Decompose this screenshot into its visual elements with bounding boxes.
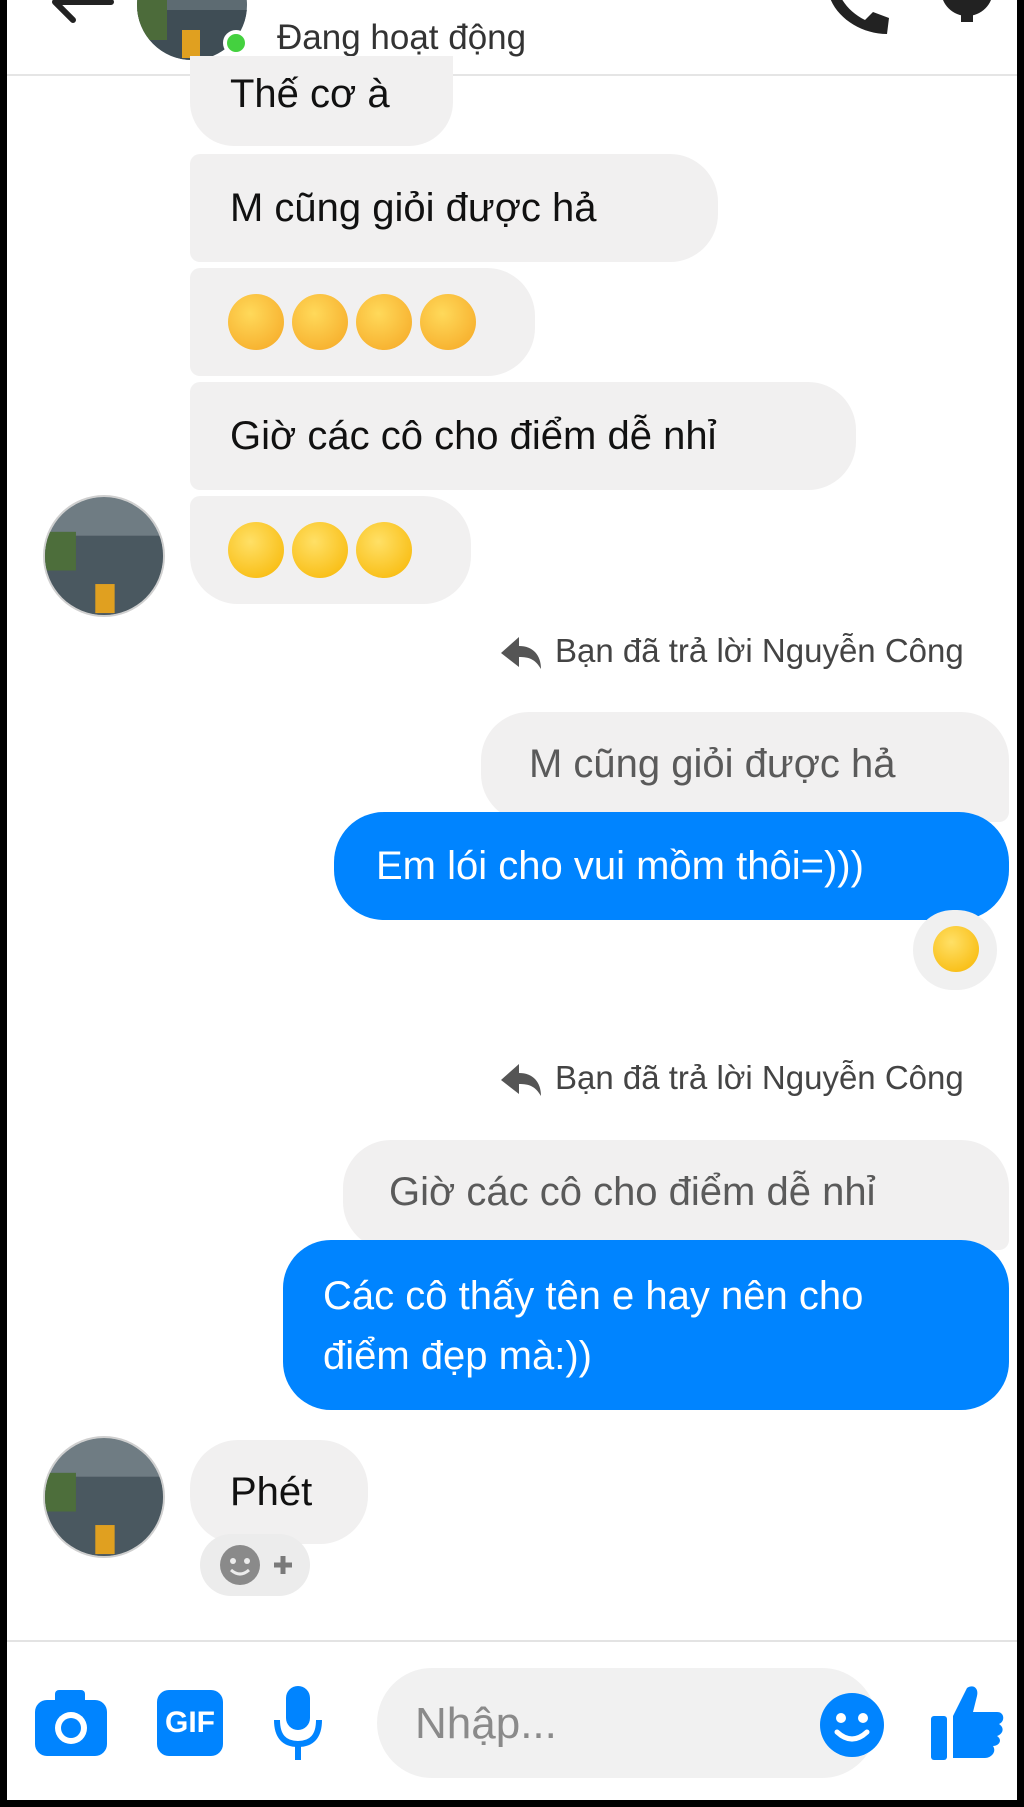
- reply-note: Bạn đã trả lời Nguyễn Công: [555, 632, 964, 669]
- quoted-text: M cũng giỏi được hả: [529, 742, 896, 786]
- add-reaction-button[interactable]: [200, 1534, 310, 1596]
- microphone-icon[interactable]: [273, 1684, 323, 1764]
- message-text: Giờ các cô cho điểm dễ nhỉ: [230, 414, 717, 458]
- message-text-line: Các cô thấy tên e hay nên cho: [323, 1274, 864, 1318]
- incoming-message[interactable]: Phét: [190, 1440, 368, 1544]
- quoted-message[interactable]: Giờ các cô cho điểm dễ nhỉ: [343, 1140, 1009, 1250]
- quoted-message[interactable]: M cũng giỏi được hả: [481, 712, 1009, 822]
- message-input[interactable]: [413, 1668, 767, 1780]
- thinking-face-icon: [356, 294, 412, 350]
- gear-icon[interactable]: [927, 0, 1007, 40]
- quoted-text: Giờ các cô cho điểm dễ nhỉ: [389, 1170, 876, 1214]
- message-composer: GIF: [7, 1640, 1017, 1800]
- sender-avatar[interactable]: [43, 495, 165, 617]
- message-text: M cũng giỏi được hả: [230, 186, 597, 230]
- reply-arrow-icon: [501, 1064, 541, 1096]
- thinking-face-icon: [292, 294, 348, 350]
- outgoing-message[interactable]: Các cô thấy tên e hay nên cho điểm đẹp m…: [283, 1240, 1009, 1410]
- thumbs-up-icon[interactable]: [929, 1682, 1005, 1762]
- incoming-message[interactable]: Giờ các cô cho điểm dễ nhỉ: [190, 382, 856, 490]
- outgoing-message[interactable]: Em lói cho vui mồm thôi=))): [334, 812, 1009, 920]
- online-status-dot: [223, 30, 249, 56]
- active-status-text: Đang hoạt động: [277, 18, 527, 57]
- reply-arrow-icon: [501, 637, 541, 669]
- message-text: Phét: [230, 1470, 313, 1514]
- incoming-emoji-message[interactable]: [190, 496, 471, 604]
- message-text: Em lói cho vui mồm thôi=))): [376, 844, 864, 888]
- incoming-message[interactable]: Thế cơ à: [190, 56, 453, 146]
- sender-avatar[interactable]: [43, 1436, 165, 1558]
- tears-of-joy-icon: [292, 522, 348, 578]
- incoming-message[interactable]: M cũng giỏi được hả: [190, 154, 718, 262]
- chat-screen: Đang hoạt động Thế cơ à M cũng giỏi được…: [7, 0, 1017, 1800]
- laughing-face-icon: [933, 926, 979, 972]
- smiley-plus-icon: [220, 1545, 292, 1585]
- incoming-emoji-message[interactable]: [190, 268, 535, 376]
- message-reaction[interactable]: [913, 910, 997, 990]
- reply-note: Bạn đã trả lời Nguyễn Công: [555, 1059, 964, 1096]
- chat-header: Đang hoạt động: [7, 0, 1017, 76]
- message-text: Thế cơ à: [230, 72, 390, 116]
- phone-call-icon[interactable]: [817, 0, 897, 42]
- camera-icon[interactable]: [33, 1688, 109, 1758]
- tears-of-joy-icon: [228, 522, 284, 578]
- message-text-line: điểm đẹp mà:)): [323, 1334, 592, 1378]
- emoji-row: [228, 522, 420, 578]
- message-input-box[interactable]: [377, 1668, 884, 1780]
- back-arrow-icon[interactable]: [47, 0, 117, 32]
- thinking-face-icon: [228, 294, 284, 350]
- emoji-row: [228, 294, 484, 350]
- tears-of-joy-icon: [356, 522, 412, 578]
- thinking-face-icon: [420, 294, 476, 350]
- emoji-picker-icon[interactable]: [819, 1692, 885, 1758]
- gif-button[interactable]: GIF: [157, 1690, 223, 1756]
